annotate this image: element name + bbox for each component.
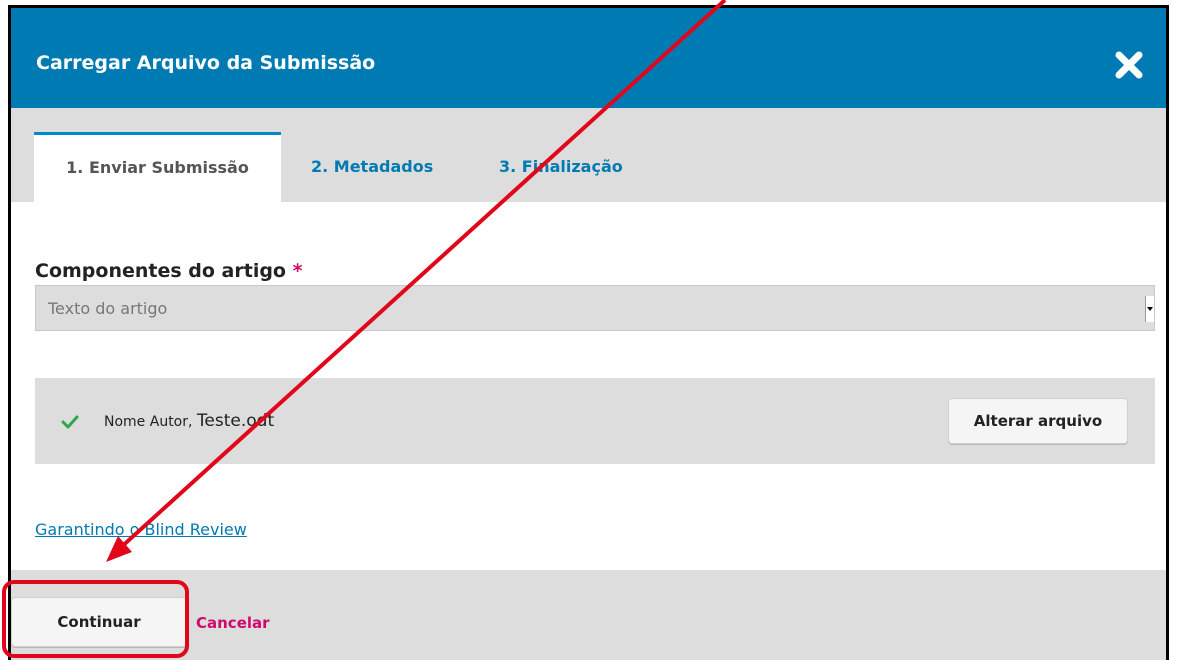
dialog-title: Carregar Arquivo da Submissão (36, 52, 376, 74)
chevron-down-icon (1145, 296, 1154, 322)
check-icon (61, 415, 79, 429)
component-select[interactable]: Texto do artigo (35, 285, 1155, 331)
change-file-button[interactable]: Alterar arquivo (948, 398, 1128, 444)
tab-enviar-submissao[interactable]: 1. Enviar Submissão (34, 132, 281, 202)
required-mark: * (292, 260, 303, 282)
dialog-header: Carregar Arquivo da Submissão (11, 8, 1166, 108)
file-author: Nome Autor, (104, 414, 197, 430)
tab-bar: 1. Enviar Submissão 2. Metadados 3. Fina… (11, 108, 1166, 202)
tab-finalizacao[interactable]: 3. Finalização (499, 132, 623, 202)
component-select-value: Texto do artigo (48, 299, 168, 318)
component-label: Componentes do artigo * (35, 260, 303, 282)
file-title: Teste.odt (196, 411, 275, 431)
tab-metadados[interactable]: 2. Metadados (311, 132, 433, 202)
upload-dialog: Carregar Arquivo da Submissão 1. Enviar … (8, 5, 1169, 660)
file-panel: Nome Autor, Teste.odt Alterar arquivo (35, 378, 1155, 464)
close-icon[interactable] (1114, 50, 1144, 80)
file-name: Nome Autor, Teste.odt (104, 411, 274, 431)
component-label-text: Componentes do artigo (35, 260, 286, 282)
cancel-link[interactable]: Cancelar (196, 614, 270, 632)
blind-review-link[interactable]: Garantindo o Blind Review (35, 520, 247, 539)
highlight-box (2, 580, 189, 658)
